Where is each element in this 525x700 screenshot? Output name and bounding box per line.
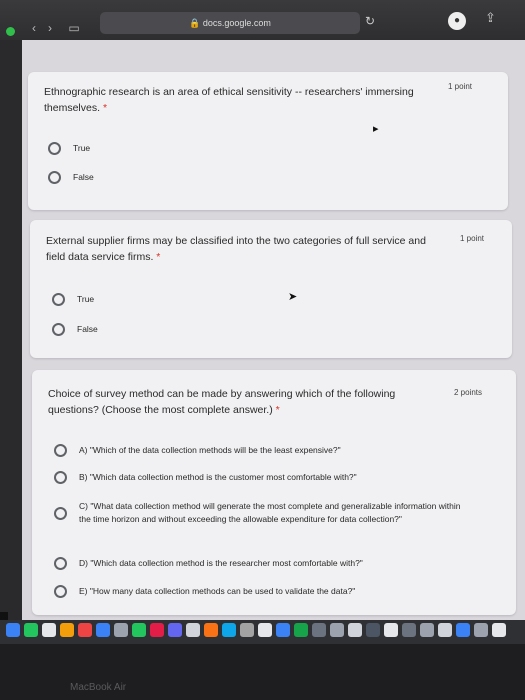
dock-app-icon[interactable] — [24, 623, 38, 637]
question-card-3: Choice of survey method can be made by a… — [32, 370, 516, 615]
q3-option-b[interactable]: B) "Which data collection method is the … — [54, 471, 474, 484]
dock-app-icon[interactable] — [420, 623, 434, 637]
radio-button[interactable] — [54, 585, 67, 598]
device-brand-label: MacBook Air — [70, 682, 127, 693]
q2-option-true[interactable]: True — [52, 293, 94, 306]
dock-app-icon[interactable] — [384, 623, 398, 637]
dock-app-icon[interactable] — [204, 623, 218, 637]
q3-option-d[interactable]: D) "Which data collection method is the … — [54, 557, 474, 570]
browser-toolbar: ‹ › ▭ 🔒 docs.google.com ↻ ● ⇪ — [0, 0, 525, 40]
dock-app-icon[interactable] — [60, 623, 74, 637]
window-dot-icon[interactable] — [6, 27, 15, 36]
address-bar[interactable]: 🔒 docs.google.com — [100, 12, 360, 34]
cursor-arrow-icon: ➤ — [288, 291, 298, 303]
required-mark: * — [156, 251, 161, 263]
dock-app-icon[interactable] — [96, 623, 110, 637]
q3-option-e[interactable]: E) "How many data collection methods can… — [54, 585, 474, 598]
dock-app-icon[interactable] — [456, 623, 470, 637]
q3-option-c[interactable]: C) "What data collection method will gen… — [54, 500, 474, 526]
dock-app-icon[interactable] — [150, 623, 164, 637]
q3-option-a[interactable]: A) "Which of the data collection methods… — [54, 444, 474, 457]
dock-app-icon[interactable] — [366, 623, 380, 637]
radio-button[interactable] — [54, 471, 67, 484]
dock-app-icon[interactable] — [240, 623, 254, 637]
dock-app-icon[interactable] — [312, 623, 326, 637]
q2-option-false[interactable]: False — [52, 323, 98, 336]
reload-icon[interactable]: ↻ — [365, 14, 375, 28]
dock-app-icon[interactable] — [492, 623, 506, 637]
dock-app-icon[interactable] — [42, 623, 56, 637]
dock-app-icon[interactable] — [276, 623, 290, 637]
question-1-points: 1 point — [448, 82, 473, 91]
dock-app-icon[interactable] — [114, 623, 128, 637]
dock-app-icon[interactable] — [330, 623, 344, 637]
radio-button[interactable] — [54, 557, 67, 570]
radio-button[interactable] — [52, 323, 65, 336]
share-icon[interactable]: ⇪ — [485, 10, 496, 26]
back-arrow-icon[interactable]: ‹ — [26, 20, 42, 36]
dock-app-icon[interactable] — [186, 623, 200, 637]
question-card-1: Ethnographic research is an area of ethi… — [28, 72, 508, 210]
radio-button[interactable] — [48, 142, 61, 155]
dock-app-icon[interactable] — [258, 623, 272, 637]
extension-icon[interactable]: ● — [448, 12, 466, 30]
q1-option-true[interactable]: True — [48, 142, 90, 155]
dock-app-icon[interactable] — [222, 623, 236, 637]
dock-app-icon[interactable] — [168, 623, 182, 637]
lock-icon: 🔒 — [189, 18, 203, 28]
forward-arrow-icon[interactable]: › — [42, 20, 58, 36]
required-mark: * — [102, 102, 108, 114]
question-2-points: 1 point — [460, 234, 485, 243]
question-3-points: 2 points — [454, 388, 483, 397]
dock-app-icon[interactable] — [78, 623, 92, 637]
radio-button[interactable] — [54, 506, 67, 520]
q1-option-false[interactable]: False — [48, 171, 94, 184]
form-page: Ethnographic research is an area of ethi… — [22, 40, 525, 630]
required-mark: * — [275, 404, 280, 416]
question-2-text: External supplier firms may be classifie… — [46, 235, 426, 263]
dock-app-icon[interactable] — [294, 623, 308, 637]
question-1-text: Ethnographic research is an area of ethi… — [44, 86, 414, 114]
radio-button[interactable] — [54, 444, 67, 457]
dock-app-icon[interactable] — [474, 623, 488, 637]
radio-button[interactable] — [48, 171, 61, 184]
radio-button[interactable] — [52, 293, 65, 306]
question-card-2: External supplier firms may be classifie… — [30, 220, 512, 358]
cursor-pointer-icon: ▸ — [373, 123, 379, 135]
dock-app-icon[interactable] — [438, 623, 452, 637]
question-3-text: Choice of survey method can be made by a… — [48, 388, 396, 416]
dock-app-icon[interactable] — [402, 623, 416, 637]
dock-app-icon[interactable] — [348, 623, 362, 637]
dock-app-icon[interactable] — [6, 623, 20, 637]
sidebar-icon[interactable]: ▭ — [66, 20, 82, 36]
url-text: docs.google.com — [202, 18, 271, 28]
dock-app-icon[interactable] — [132, 623, 146, 637]
